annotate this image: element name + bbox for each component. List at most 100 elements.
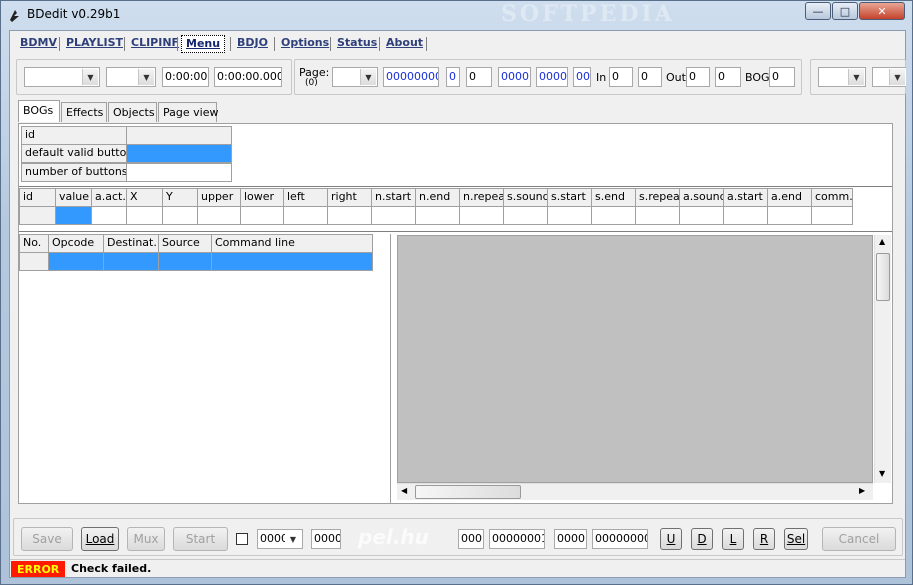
value-select[interactable]: 0000 ▼ [257, 529, 303, 549]
status-message: Check failed. [71, 562, 152, 575]
prop-default-button-value[interactable] [126, 144, 232, 163]
col-n-start: n.start [371, 188, 416, 207]
button-cell-right[interactable] [327, 206, 372, 225]
close-button[interactable]: ✕ [859, 2, 905, 20]
cmd-opcode-cell[interactable] [48, 252, 104, 271]
horizontal-scrollbar[interactable]: ◀ ▶ [397, 483, 873, 500]
tab-effects[interactable]: Effects [61, 102, 107, 122]
in-label: In [596, 71, 607, 84]
maximize-button[interactable]: □ [832, 2, 858, 20]
field-f3[interactable]: 0 [466, 67, 492, 87]
col-n-end: n.end [415, 188, 460, 207]
button-cell-left[interactable] [283, 206, 328, 225]
cancel-button[interactable]: Cancel [822, 527, 896, 551]
combo-4[interactable]: ▼ [872, 67, 906, 87]
combo-1[interactable]: ▼ [24, 67, 100, 87]
button-cell-s-end[interactable] [591, 206, 636, 225]
scroll-left-icon[interactable]: ◀ [401, 486, 407, 495]
checkbox[interactable] [236, 533, 248, 545]
tab-bdmv[interactable]: BDMV [16, 35, 61, 53]
out-field-2[interactable]: 0 [715, 67, 741, 87]
button-cell-a-start[interactable] [723, 206, 768, 225]
minimize-button[interactable]: — [805, 2, 831, 20]
in-field-1[interactable]: 0 [609, 67, 633, 87]
value-field-1[interactable]: 0000 [311, 529, 341, 549]
value-field-2[interactable]: 000 [458, 529, 484, 549]
page-combo[interactable]: ▼ [332, 67, 378, 87]
chevron-down-icon: ▼ [889, 69, 905, 85]
button-cell-y[interactable] [162, 206, 198, 225]
combo-2[interactable]: ▼ [106, 67, 156, 87]
button-cell-comm[interactable] [811, 206, 853, 225]
save-button[interactable]: Save [21, 527, 73, 551]
scroll-down-icon[interactable]: ▼ [879, 469, 885, 478]
field-f6[interactable]: 00 [573, 67, 591, 87]
col-s-repeat: s.repeat [635, 188, 680, 207]
bog-field[interactable]: 0 [769, 67, 795, 87]
tab-page-view[interactable]: Page view [158, 102, 218, 122]
mux-button[interactable]: Mux [127, 527, 165, 551]
app-icon [10, 10, 19, 22]
field-f4[interactable]: 0000 [498, 67, 531, 87]
col-upper: upper [197, 188, 241, 207]
value-field-5[interactable]: 00000000 [592, 529, 648, 549]
time-field-2[interactable]: 0:00:00.000 [214, 67, 282, 87]
tab-about[interactable]: About [382, 35, 427, 53]
tab-bdjo[interactable]: BDJO [233, 35, 272, 53]
button-cell-x[interactable] [126, 206, 163, 225]
prop-id-value[interactable] [126, 126, 232, 145]
field-f5[interactable]: 0000 [536, 67, 568, 87]
button-cell-a-act[interactable] [91, 206, 127, 225]
tab-playlist[interactable]: PLAYLIST [62, 35, 127, 53]
row-header[interactable] [19, 206, 56, 225]
cmd-command-line-cell[interactable] [211, 252, 373, 271]
field-f1[interactable]: 00000000 [383, 67, 439, 87]
load-button[interactable]: Load [81, 527, 119, 551]
scroll-thumb-v[interactable] [876, 253, 890, 301]
in-field-2[interactable]: 0 [638, 67, 662, 87]
button-cell-a-end[interactable] [767, 206, 812, 225]
tab-status[interactable]: Status [333, 35, 381, 53]
button-cell-n-repeat[interactable] [459, 206, 504, 225]
scroll-up-icon[interactable]: ▲ [879, 237, 885, 246]
up-button[interactable]: U [660, 528, 682, 550]
select-button[interactable]: Sel [784, 528, 808, 550]
button-cell-s-start[interactable] [547, 206, 592, 225]
client-area: BDMV PLAYLIST CLIPINF Menu BDJO Options … [9, 30, 906, 578]
field-f2[interactable]: 0 [446, 67, 460, 87]
left-button[interactable]: L [722, 528, 744, 550]
tab-clipinf[interactable]: CLIPINF [127, 35, 183, 53]
scroll-thumb-h[interactable] [415, 485, 521, 499]
prop-number-buttons-value[interactable] [126, 163, 232, 182]
tab-bogs[interactable]: BOGs [18, 100, 60, 122]
button-cell-s-repeat[interactable] [635, 206, 680, 225]
page-preview[interactable] [397, 235, 873, 483]
button-cell-lower[interactable] [240, 206, 284, 225]
value-field-4[interactable]: 0000 [554, 529, 587, 549]
tab-menu[interactable]: Menu [181, 35, 226, 53]
button-cell-s-sound[interactable] [503, 206, 548, 225]
tab-objects[interactable]: Objects [108, 102, 157, 122]
col-source: Source [158, 234, 212, 253]
start-button[interactable]: Start [173, 527, 228, 551]
button-cell-value[interactable] [55, 206, 92, 225]
vertical-scrollbar[interactable]: ▲ ▼ [874, 235, 891, 483]
button-cell-upper[interactable] [197, 206, 241, 225]
down-button[interactable]: D [691, 528, 713, 550]
button-cell-n-start[interactable] [371, 206, 416, 225]
row-header[interactable] [19, 252, 49, 271]
watermark-bottom: pel.hu [358, 525, 429, 549]
cmd-destinat-cell[interactable] [103, 252, 159, 271]
value-field-3[interactable]: 00000001 [489, 529, 545, 549]
button-cell-a-sound[interactable] [679, 206, 724, 225]
cmd-source-cell[interactable] [158, 252, 212, 271]
scroll-right-icon[interactable]: ▶ [859, 486, 865, 495]
bog-label: BOG [745, 71, 770, 84]
time-field-1[interactable]: 0:00:00 [162, 67, 209, 87]
button-cell-n-end[interactable] [415, 206, 460, 225]
col-lower: lower [240, 188, 284, 207]
tab-options[interactable]: Options [277, 35, 333, 53]
right-button[interactable]: R [753, 528, 775, 550]
combo-3[interactable]: ▼ [818, 67, 866, 87]
out-field-1[interactable]: 0 [686, 67, 710, 87]
